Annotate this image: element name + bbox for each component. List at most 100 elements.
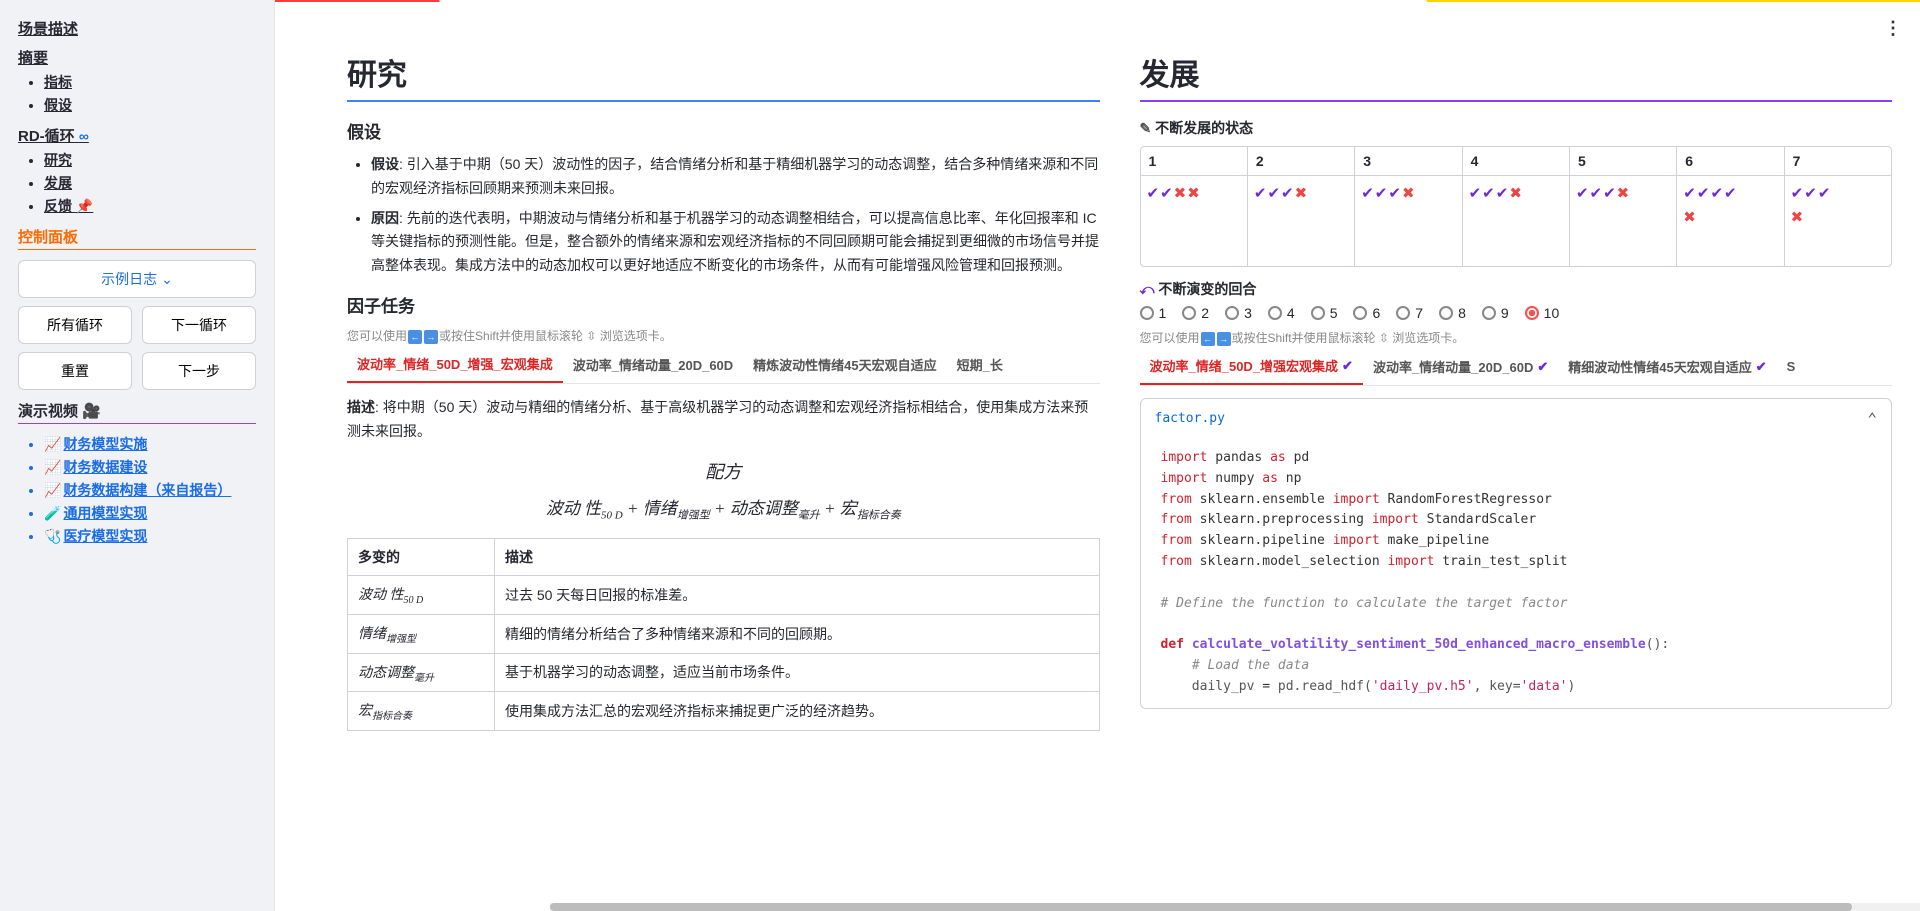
all-loop-button[interactable]: 所有循环 bbox=[18, 306, 132, 344]
nav-rd-item[interactable]: 发展 bbox=[44, 173, 256, 193]
mark-row: ✔✔✔✖ bbox=[1361, 184, 1414, 202]
round-radio[interactable]: 3 bbox=[1225, 305, 1252, 321]
chevron-up-icon: ⌃ bbox=[1867, 409, 1877, 428]
round-radio[interactable]: 5 bbox=[1311, 305, 1338, 321]
infinity-icon: ∞ bbox=[79, 128, 89, 144]
example-log-button[interactable]: 示例日志 ⌄ bbox=[18, 260, 256, 298]
radio-label: 3 bbox=[1244, 305, 1252, 321]
divider bbox=[18, 423, 256, 424]
sidebar-link[interactable]: 📈财务模型实施 bbox=[44, 434, 256, 454]
pin-icon: 📌 bbox=[76, 198, 93, 214]
state-body: ✔✔✔✖ bbox=[1355, 176, 1461, 266]
check-icon: ✔ bbox=[1496, 184, 1509, 202]
tab[interactable]: 短期_长 bbox=[947, 348, 1013, 383]
tab[interactable]: 精炼波动性情绪45天宏观自适应 bbox=[743, 348, 946, 383]
sidebar-link[interactable]: 📈财务数据建设 bbox=[44, 457, 256, 477]
table-row: 动态调整毫升基于机器学习的动态调整，适应当前市场条件。 bbox=[348, 653, 1100, 692]
demo-links: 📈财务模型实施 📈财务数据建设 📈财务数据构建（来自报告） 🧪通用模型实现 🩺医… bbox=[18, 434, 256, 546]
menu-button[interactable]: ⋮ bbox=[1884, 18, 1902, 39]
round-radio[interactable]: 8 bbox=[1439, 305, 1466, 321]
tab[interactable]: S bbox=[1777, 350, 1806, 385]
research-panel: 研究 假设 假设: 引入基于中期（50 天）波动性的因子，结合情绪分析和基于精细… bbox=[347, 50, 1100, 901]
tab-hint: 您可以使用←→或按住Shift并使用鼠标滚轮 ⇳ 浏览选项卡。 bbox=[1140, 329, 1893, 346]
tab[interactable]: 波动率_情绪动量_20D_60D ✔ bbox=[1363, 350, 1558, 385]
nav-rd-item[interactable]: 研究 bbox=[44, 150, 256, 170]
radio-label: 5 bbox=[1330, 305, 1338, 321]
state-head: 1 bbox=[1141, 147, 1247, 176]
code-details: factor.py ⌃ import pandas as pd import n… bbox=[1140, 398, 1893, 709]
round-radio[interactable]: 1 bbox=[1140, 305, 1167, 321]
details-toggle[interactable]: factor.py ⌃ bbox=[1141, 399, 1892, 438]
rd-list: 研究 发展 反馈 📌 bbox=[18, 150, 256, 216]
round-radio[interactable]: 6 bbox=[1353, 305, 1380, 321]
sidebar-link[interactable]: 📈财务数据构建（来自报告） bbox=[44, 480, 256, 500]
nav-abstract[interactable]: 摘要 bbox=[18, 47, 256, 68]
radio-circle-icon bbox=[1525, 306, 1539, 320]
check-icon: ✔ bbox=[1482, 184, 1495, 202]
mark-row: ✖ bbox=[1683, 208, 1696, 226]
radio-circle-icon bbox=[1140, 306, 1154, 320]
radio-circle-icon bbox=[1396, 306, 1410, 320]
tab[interactable]: 波动率_情绪_50D_增强宏观集成 ✔ bbox=[1140, 350, 1363, 385]
mark-row: ✔✔✔✖ bbox=[1576, 184, 1629, 202]
check-icon: ✔ bbox=[1791, 184, 1804, 202]
abstract-list: 指标 假设 bbox=[18, 72, 256, 115]
radio-circle-icon bbox=[1225, 306, 1239, 320]
nav-scene-desc[interactable]: 场景描述 bbox=[18, 18, 256, 39]
round-radio[interactable]: 4 bbox=[1268, 305, 1295, 321]
tab[interactable]: 波动率_情绪_50D_增强_宏观集成 bbox=[347, 348, 563, 383]
app-root: 场景描述 摘要 指标 假设 RD-循环 ∞ 研究 发展 反馈 📌 控制面板 示例… bbox=[0, 0, 1920, 911]
sidebar: 场景描述 摘要 指标 假设 RD-循环 ∞ 研究 发展 反馈 📌 控制面板 示例… bbox=[0, 0, 275, 911]
nav-rd-loop[interactable]: RD-循环 ∞ bbox=[18, 125, 256, 146]
variable-table: 多变的描述 波动 性50 D过去 50 天每日回报的标准差。 情绪增强型精细的情… bbox=[347, 538, 1100, 731]
code-block: import pandas as pd import numpy as np f… bbox=[1141, 438, 1892, 708]
round-radio[interactable]: 9 bbox=[1482, 305, 1509, 321]
progress-bar bbox=[275, 0, 1920, 2]
camera-icon: 🎥 bbox=[82, 403, 101, 420]
round-radio[interactable]: 7 bbox=[1396, 305, 1423, 321]
state-head: 2 bbox=[1248, 147, 1354, 176]
nav-abstract-item[interactable]: 假设 bbox=[44, 95, 256, 115]
radio-label: 10 bbox=[1544, 305, 1560, 321]
develop-tabs: 波动率_情绪_50D_增强宏观集成 ✔ 波动率_情绪动量_20D_60D ✔ 精… bbox=[1140, 350, 1893, 386]
arrow-right-icon: → bbox=[1217, 332, 1231, 346]
check-icon: ✔ bbox=[1710, 184, 1723, 202]
chevron-down-icon: ⌄ bbox=[161, 271, 173, 288]
evolving-state-title: 不断发展的状态 bbox=[1140, 118, 1893, 138]
horizontal-scrollbar[interactable] bbox=[550, 903, 1920, 911]
round-radio[interactable]: 10 bbox=[1525, 305, 1560, 321]
radio-circle-icon bbox=[1439, 306, 1453, 320]
radio-label: 7 bbox=[1415, 305, 1423, 321]
tab-hint: 您可以使用←→或按住Shift并使用鼠标滚轮 ⇳ 浏览选项卡。 bbox=[347, 327, 1100, 344]
table-row: 宏指标合奏使用集成方法汇总的宏观经济指标来捕捉更广泛的经济趋势。 bbox=[348, 692, 1100, 731]
state-body: ✔✔✔✔✖ bbox=[1677, 176, 1783, 266]
check-icon: ✔ bbox=[1147, 184, 1160, 202]
round-radios: 12345678910 bbox=[1140, 305, 1893, 321]
check-icon: ✔ bbox=[1804, 184, 1817, 202]
nav-abstract-item[interactable]: 指标 bbox=[44, 72, 256, 92]
tab[interactable]: 精细波动性情绪45天宏观自适应 ✔ bbox=[1558, 350, 1776, 385]
state-table: 1✔✔✖✖2✔✔✔✖3✔✔✔✖4✔✔✔✖5✔✔✔✖6✔✔✔✔✖7✔✔✔✖ bbox=[1140, 146, 1893, 267]
sidebar-link[interactable]: 🧪通用模型实现 bbox=[44, 503, 256, 523]
stethoscope-icon: 🩺 bbox=[44, 528, 61, 545]
state-body: ✔✔✔✖ bbox=[1248, 176, 1354, 266]
tab[interactable]: 波动率_情绪动量_20D_60D bbox=[563, 348, 743, 383]
state-body: ✔✔✔✖ bbox=[1785, 176, 1891, 266]
state-body: ✔✔✔✖ bbox=[1570, 176, 1676, 266]
mark-row: ✖ bbox=[1791, 208, 1804, 226]
nav-rd-item[interactable]: 反馈 📌 bbox=[44, 196, 256, 216]
next-step-button[interactable]: 下一步 bbox=[142, 352, 256, 390]
next-loop-button[interactable]: 下一循环 bbox=[142, 306, 256, 344]
demo-video-title: 演示视频 🎥 bbox=[18, 400, 256, 421]
formula: 波动 性50 D + 情绪增强型 + 动态调整毫升 + 宏指标合奏 bbox=[347, 494, 1100, 522]
formula-heading: 配方 bbox=[347, 458, 1100, 484]
x-icon: ✖ bbox=[1187, 184, 1200, 202]
sidebar-link[interactable]: 🩺医疗模型实现 bbox=[44, 526, 256, 546]
state-cell: 2✔✔✔✖ bbox=[1248, 147, 1355, 266]
round-radio[interactable]: 2 bbox=[1182, 305, 1209, 321]
radio-label: 2 bbox=[1201, 305, 1209, 321]
state-head: 7 bbox=[1785, 147, 1891, 176]
table-row: 波动 性50 D过去 50 天每日回报的标准差。 bbox=[348, 575, 1100, 614]
factor-task-heading: 因子任务 bbox=[347, 292, 1100, 317]
reset-button[interactable]: 重置 bbox=[18, 352, 132, 390]
